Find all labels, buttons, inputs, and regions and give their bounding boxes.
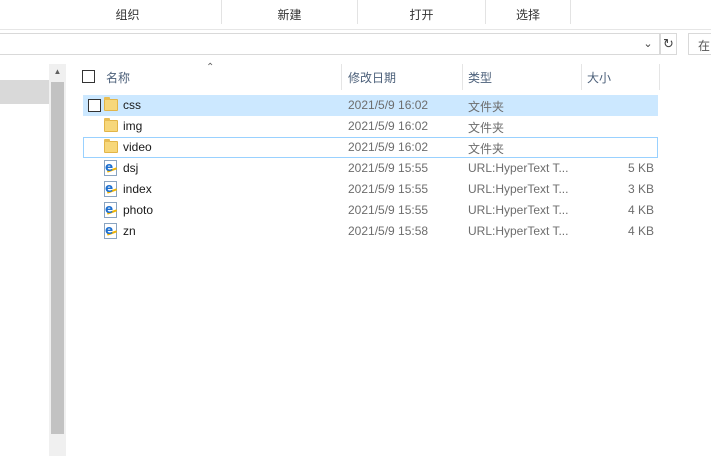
file-row[interactable]: video 2021/5/9 16:02 文件夹	[83, 137, 658, 158]
row-checkbox[interactable]	[88, 99, 101, 112]
ribbon-new[interactable]: 新建	[222, 0, 357, 30]
file-name: index	[123, 182, 152, 196]
column-name[interactable]: 名称	[106, 69, 130, 86]
navigation-pane: ▲	[0, 60, 66, 456]
column-separator[interactable]	[341, 64, 342, 90]
column-separator[interactable]	[659, 64, 660, 90]
file-type: URL:HyperText T...	[468, 203, 569, 217]
address-bar: ⌄ ↻ 在	[0, 30, 711, 60]
column-type[interactable]: 类型	[468, 69, 492, 86]
file-date: 2021/5/9 15:55	[348, 161, 429, 175]
column-separator[interactable]	[581, 64, 582, 90]
file-size: 3 KB	[627, 182, 654, 196]
html-file-icon: e	[104, 223, 118, 239]
select-all-checkbox[interactable]	[82, 70, 95, 83]
chevron-down-icon[interactable]: ⌄	[640, 34, 656, 54]
folder-icon	[104, 97, 118, 111]
column-date[interactable]: 修改日期	[348, 69, 396, 86]
folder-icon	[104, 118, 118, 132]
file-date: 2021/5/9 16:02	[348, 98, 429, 112]
file-name: dsj	[123, 161, 139, 175]
ribbon-organize[interactable]: 组织	[40, 0, 215, 30]
file-row[interactable]: e dsj 2021/5/9 15:55 URL:HyperText T... …	[83, 158, 658, 179]
file-type: URL:HyperText T...	[468, 224, 569, 238]
sort-ascending-icon: ⌃	[206, 62, 215, 73]
file-list: css 2021/5/9 16:02 文件夹 img 2021/5/9 16:0…	[66, 95, 711, 245]
scrollbar-thumb[interactable]	[51, 82, 64, 434]
ribbon-select[interactable]: 选择	[486, 0, 570, 30]
refresh-icon[interactable]: ↻	[660, 33, 677, 55]
search-placeholder: 在	[698, 39, 711, 53]
file-date: 2021/5/9 15:55	[348, 203, 429, 217]
address-input[interactable]	[0, 33, 660, 55]
html-file-icon: e	[104, 181, 118, 197]
column-header: ⌃ 名称 修改日期 类型 大小	[66, 62, 711, 90]
nav-scrollbar[interactable]: ▲	[49, 64, 66, 456]
column-separator[interactable]	[462, 64, 463, 90]
file-date: 2021/5/9 16:02	[348, 119, 429, 133]
scroll-up-arrow-icon[interactable]: ▲	[49, 64, 66, 80]
file-name: css	[123, 98, 141, 112]
nav-selected-item[interactable]	[0, 80, 49, 104]
file-row[interactable]: e index 2021/5/9 15:55 URL:HyperText T..…	[83, 179, 658, 200]
file-date: 2021/5/9 15:58	[348, 224, 429, 238]
file-name: photo	[123, 203, 154, 217]
folder-icon	[104, 139, 118, 153]
file-type: 文件夹	[468, 121, 505, 135]
file-row[interactable]: e zn 2021/5/9 15:58 URL:HyperText T... 4…	[83, 221, 658, 242]
file-size: 4 KB	[627, 224, 654, 238]
file-size: 5 KB	[627, 161, 654, 175]
file-row[interactable]: e photo 2021/5/9 15:55 URL:HyperText T..…	[83, 200, 658, 221]
file-name: zn	[123, 224, 136, 238]
column-size[interactable]: 大小	[587, 69, 611, 86]
search-input[interactable]: 在	[688, 33, 711, 55]
file-size: 4 KB	[627, 203, 654, 217]
file-type: 文件夹	[468, 100, 505, 114]
file-date: 2021/5/9 15:55	[348, 182, 429, 196]
file-type: URL:HyperText T...	[468, 161, 569, 175]
file-row[interactable]: img 2021/5/9 16:02 文件夹	[83, 116, 658, 137]
file-type: URL:HyperText T...	[468, 182, 569, 196]
file-name: video	[123, 140, 152, 154]
ribbon: 组织 新建 打开 选择	[0, 0, 711, 30]
file-date: 2021/5/9 16:02	[348, 140, 429, 154]
html-file-icon: e	[104, 202, 118, 218]
ribbon-separator	[570, 0, 571, 24]
file-row[interactable]: css 2021/5/9 16:02 文件夹	[83, 95, 658, 116]
file-type: 文件夹	[468, 142, 505, 156]
file-name: img	[123, 119, 143, 133]
html-file-icon: e	[104, 160, 118, 176]
ribbon-open[interactable]: 打开	[358, 0, 485, 30]
